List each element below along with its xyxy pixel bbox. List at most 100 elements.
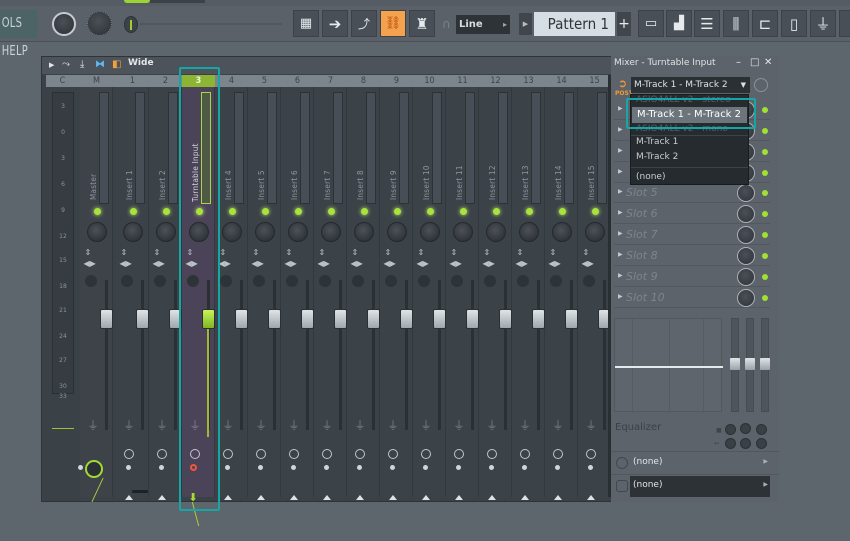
mixer-view-icon[interactable]: ⤳ xyxy=(62,59,70,70)
record-arm-button[interactable] xyxy=(323,465,329,470)
slot-mix-knob[interactable] xyxy=(737,184,755,202)
swap-up-down-icon[interactable]: ⇕ xyxy=(85,248,92,257)
volume-fader[interactable] xyxy=(466,309,479,329)
pan-knob[interactable] xyxy=(551,222,572,242)
swap-up-down-icon[interactable]: ⇕ xyxy=(583,248,590,257)
send-switch-icon[interactable]: ⏚ xyxy=(88,417,99,433)
eq-low-bw-knob[interactable] xyxy=(725,438,736,449)
track-name[interactable]: Insert 5 xyxy=(257,120,266,200)
mixer-track[interactable]: Insert 10 ⇕ ◀▶ ⏚ xyxy=(413,87,446,500)
volume-fader[interactable] xyxy=(334,309,347,329)
route-arrow-icon[interactable] xyxy=(355,495,364,500)
stereo-knob[interactable] xyxy=(120,275,133,287)
stereo-separation-icon[interactable]: ◀▶ xyxy=(219,259,231,268)
minimize-button[interactable]: – xyxy=(736,57,741,68)
track-enable-led[interactable] xyxy=(228,208,236,215)
stereo-separation-icon[interactable]: ◀▶ xyxy=(549,259,561,268)
track-enable-led[interactable] xyxy=(261,208,269,215)
pattern-selector[interactable]: Pattern 1 xyxy=(534,12,615,36)
slot-mix-knob[interactable] xyxy=(737,247,755,265)
route-arrow-icon[interactable] xyxy=(124,495,133,500)
send-switch-icon[interactable]: ⏚ xyxy=(124,417,135,433)
plugin-button[interactable]: ⏚ xyxy=(810,10,836,37)
latency-clock-icon[interactable] xyxy=(354,449,365,459)
stereo-knob[interactable] xyxy=(252,275,265,287)
eq-high-freq-knob[interactable] xyxy=(756,424,767,435)
latency-clock-icon[interactable] xyxy=(288,449,299,459)
volume-fader[interactable] xyxy=(136,309,149,329)
latency-clock-icon[interactable] xyxy=(552,449,563,459)
pan-knob[interactable] xyxy=(518,222,539,242)
track-enable-led[interactable] xyxy=(93,208,101,215)
track-enable-led[interactable] xyxy=(294,208,302,215)
typing-keyboard-button[interactable]: ▦ xyxy=(293,10,319,37)
eq-low-handle[interactable] xyxy=(730,358,740,370)
close-button[interactable]: ✕ xyxy=(764,57,772,68)
pan-knob[interactable] xyxy=(353,222,374,242)
slot-enable-led[interactable] xyxy=(762,190,768,196)
record-arm-button[interactable] xyxy=(455,465,461,470)
effect-slot[interactable]: ▶ Slot 9 xyxy=(614,267,770,287)
record-arm-button[interactable] xyxy=(290,465,296,470)
send-switch-icon[interactable]: ⏚ xyxy=(421,417,432,433)
latency-clock-icon[interactable] xyxy=(453,449,464,459)
route-arrow-icon[interactable] xyxy=(322,495,331,500)
mixer-track[interactable]: Insert 13 ⇕ ◀▶ ⏚ xyxy=(512,87,545,500)
slot-enable-led[interactable] xyxy=(762,170,768,176)
metronome-button[interactable]: ♜ xyxy=(409,10,435,37)
mixer-button[interactable]: ⫼ xyxy=(723,10,749,37)
send-switch-icon[interactable]: ⏚ xyxy=(322,417,333,433)
record-arm-button[interactable] xyxy=(488,465,494,470)
stereo-knob[interactable] xyxy=(84,275,97,287)
latency-clock-icon[interactable] xyxy=(754,78,768,92)
stereo-separation-icon[interactable]: ◀▶ xyxy=(483,259,495,268)
pan-knob[interactable] xyxy=(254,222,275,242)
slot-enable-led[interactable] xyxy=(762,107,768,113)
maximize-button[interactable]: □ xyxy=(750,57,759,68)
track-number-1[interactable]: 1 xyxy=(116,75,149,87)
eq-graph[interactable] xyxy=(614,318,723,413)
route-arrow-icon[interactable] xyxy=(487,495,496,500)
eq-low-freq-knob[interactable] xyxy=(725,424,736,435)
pan-knob[interactable] xyxy=(155,222,176,242)
track-name[interactable]: Insert 11 xyxy=(455,120,464,200)
master-route-knob[interactable] xyxy=(85,460,103,478)
dropdown-item[interactable]: M-Track 1 xyxy=(636,137,678,147)
track-number-9[interactable]: 9 xyxy=(380,75,413,87)
mixer-track[interactable]: Insert 15 ⇕ ◀▶ ⏚ xyxy=(578,87,611,500)
post-fx-toggle[interactable]: ➲ POST xyxy=(615,77,633,97)
latency-clock-icon[interactable] xyxy=(255,449,266,459)
route-arrow-icon[interactable] xyxy=(289,495,298,500)
route-arrow-icon[interactable] xyxy=(157,495,166,500)
track-enable-led[interactable] xyxy=(525,208,533,215)
project-button[interactable]: ▯ xyxy=(781,10,807,37)
pan-knob[interactable] xyxy=(485,222,506,242)
track-name[interactable]: Insert 7 xyxy=(323,120,332,200)
record-arm-button[interactable] xyxy=(422,465,428,470)
pan-knob[interactable] xyxy=(320,222,341,242)
mixer-track[interactable]: Insert 11 ⇕ ◀▶ ⏚ xyxy=(446,87,479,500)
track-number-10[interactable]: 10 xyxy=(413,75,446,87)
track-number-13[interactable]: 13 xyxy=(512,75,545,87)
snap-select[interactable]: Line ▸ xyxy=(456,15,510,34)
slot-enable-led[interactable] xyxy=(762,295,768,301)
track-number-15[interactable]: 15 xyxy=(578,75,611,87)
send-switch-icon[interactable]: ⏚ xyxy=(487,417,498,433)
send-switch-icon[interactable]: ⏚ xyxy=(289,417,300,433)
eq-high-handle[interactable] xyxy=(760,358,770,370)
master-volume-knob[interactable] xyxy=(52,12,76,36)
track-number-12[interactable]: 12 xyxy=(479,75,512,87)
swap-up-down-icon[interactable]: ⇕ xyxy=(385,248,392,257)
stereo-separation-icon[interactable]: ◀▶ xyxy=(384,259,396,268)
track-enable-led[interactable] xyxy=(558,208,566,215)
volume-fader[interactable] xyxy=(532,309,545,329)
dropdown-item[interactable]: M-Track 2 xyxy=(636,152,678,162)
track-number-M[interactable]: M xyxy=(80,75,113,87)
swap-up-down-icon[interactable]: ⇕ xyxy=(154,248,161,257)
add-pattern-button[interactable]: + xyxy=(617,12,631,36)
volume-fader[interactable] xyxy=(100,309,113,329)
stereo-separation-icon[interactable]: ◀▶ xyxy=(417,259,429,268)
stereo-separation-icon[interactable]: ◀▶ xyxy=(450,259,462,268)
swap-up-down-icon[interactable]: ⇕ xyxy=(451,248,458,257)
browser-button[interactable]: ⊏ xyxy=(752,10,778,37)
